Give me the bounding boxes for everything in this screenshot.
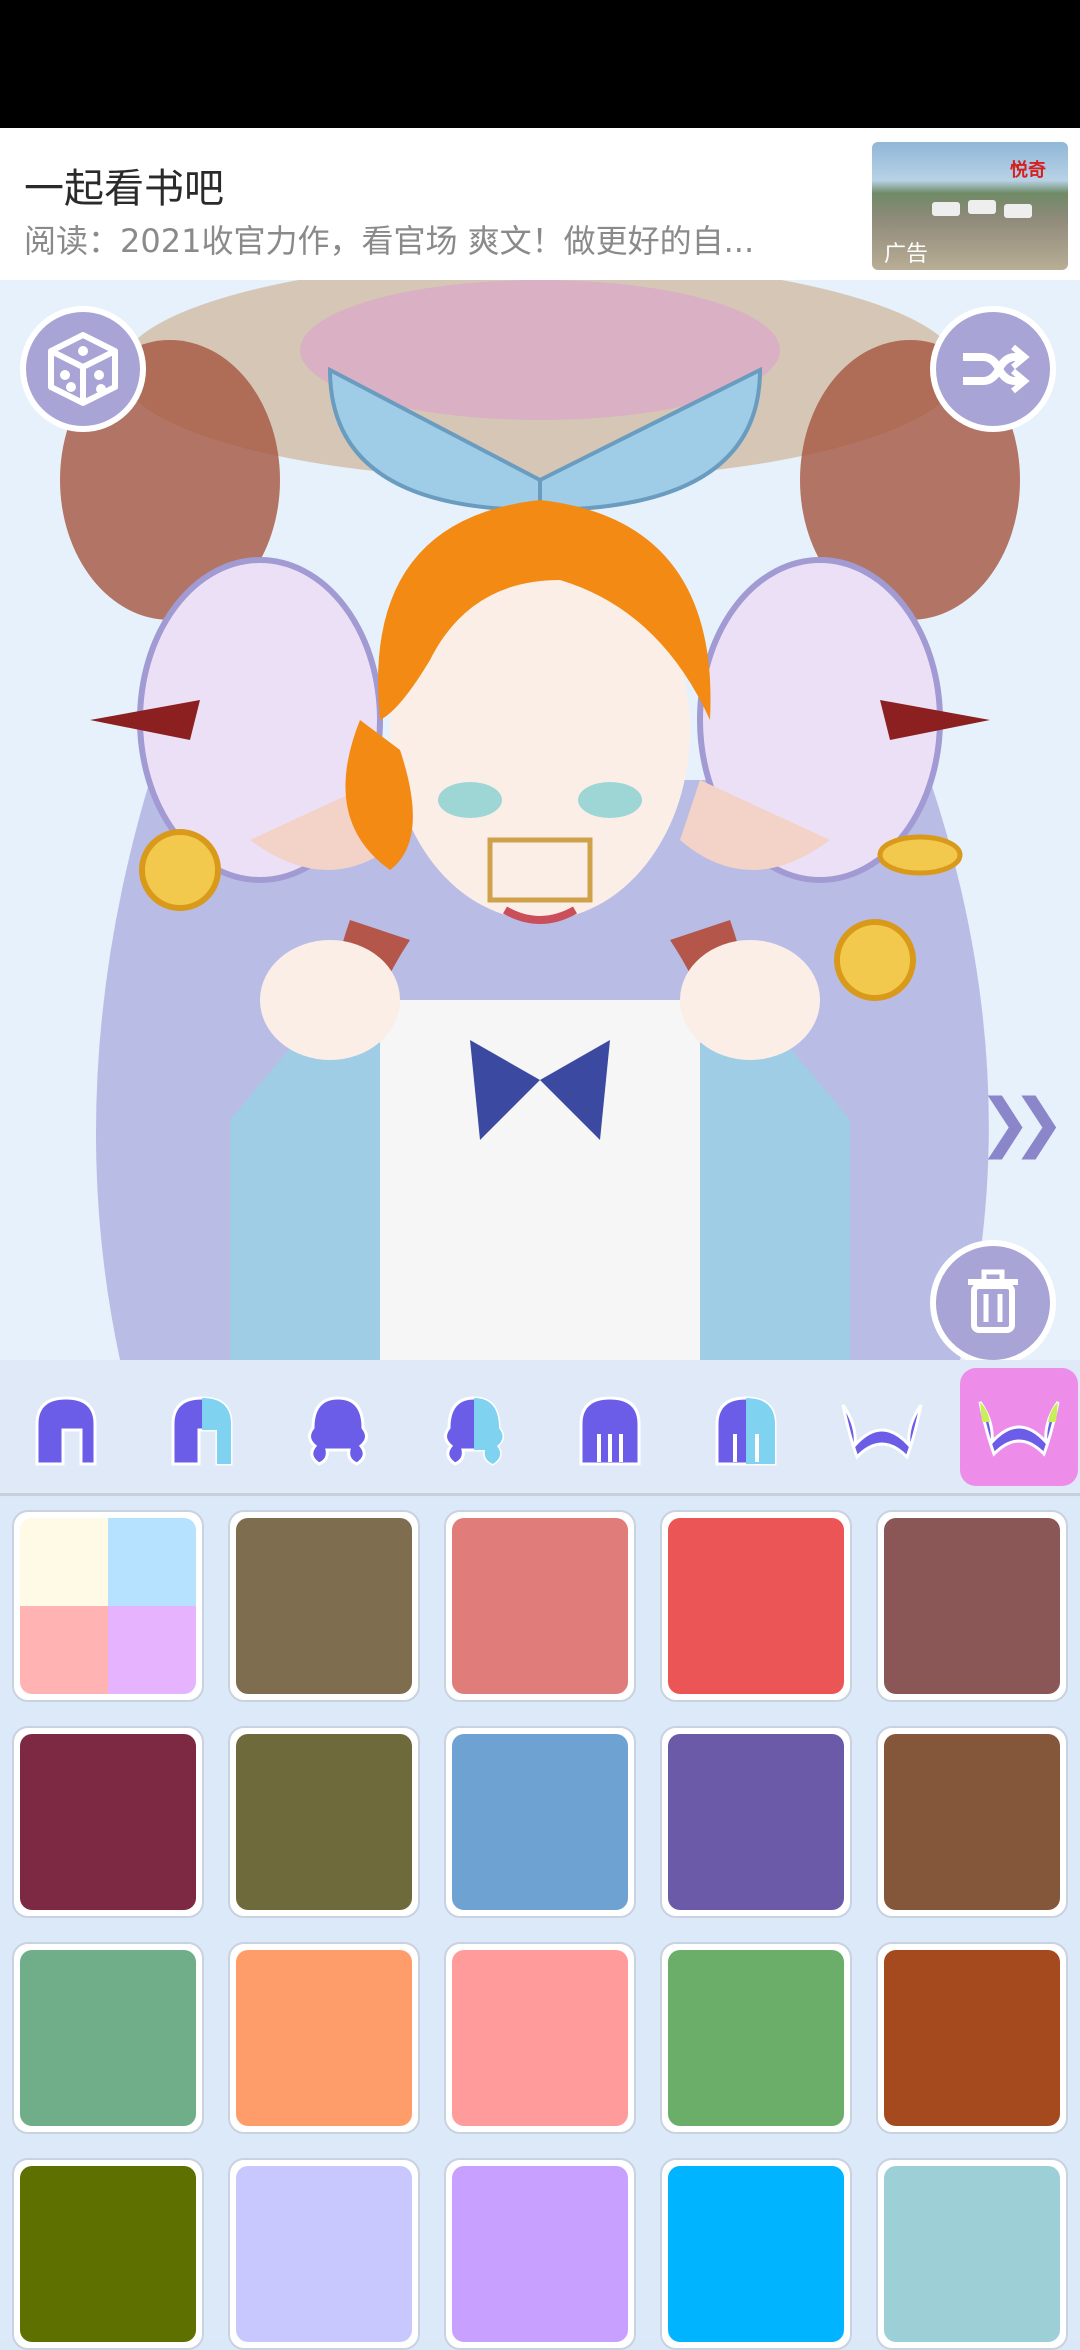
hair-back-icon [308, 1396, 368, 1466]
color-swatch[interactable] [660, 1510, 852, 1702]
swatch-quadrant [108, 1518, 196, 1606]
trash-icon [968, 1269, 1018, 1333]
tab-hair-long[interactable] [560, 1380, 660, 1480]
color-palette [0, 1498, 1080, 2350]
swatch-fill [668, 1734, 844, 1910]
ad-banner[interactable]: 一起看书吧 阅读：2021收官力作，看官场 爽文！做更好的自... 悦奇 广告 [0, 128, 1080, 280]
tab-hair-front-color[interactable] [152, 1380, 252, 1480]
horns-color-icon [978, 1401, 1060, 1457]
color-swatch[interactable] [876, 1942, 1068, 2134]
shuffle-button[interactable] [930, 306, 1056, 432]
swatch-fill [20, 1734, 196, 1910]
color-swatch[interactable] [876, 1510, 1068, 1702]
dice-icon [48, 332, 118, 406]
tab-hair-front[interactable] [16, 1380, 116, 1480]
color-swatch[interactable] [12, 1942, 204, 2134]
swatch-quadrant [20, 1518, 108, 1606]
shuffle-icon [963, 344, 1030, 394]
delete-button[interactable] [930, 1240, 1056, 1360]
color-swatch[interactable] [660, 1726, 852, 1918]
hair-back-color-icon [444, 1396, 504, 1466]
random-button[interactable] [20, 306, 146, 432]
swatch-fill [20, 1518, 196, 1694]
tab-hair-back[interactable] [288, 1380, 388, 1480]
ad-title: 一起看书吧 [24, 166, 224, 212]
swatch-fill [236, 1950, 412, 2126]
swatch-fill [20, 1950, 196, 2126]
color-swatch[interactable] [228, 1726, 420, 1918]
tab-horns[interactable] [832, 1380, 932, 1480]
swatch-fill [236, 2166, 412, 2342]
character-illustration [60, 280, 1020, 1360]
color-swatch[interactable] [228, 2158, 420, 2350]
category-tabs [0, 1360, 1080, 1496]
swatch-fill [668, 1950, 844, 2126]
swatch-quadrant [108, 1606, 196, 1694]
swatch-fill [884, 1950, 1060, 2126]
swatch-fill [20, 2166, 196, 2342]
horns-icon [841, 1404, 923, 1460]
ad-thumbnail[interactable]: 悦奇 广告 [872, 142, 1068, 270]
swatch-fill [884, 1734, 1060, 1910]
color-swatch-multi[interactable] [12, 1510, 204, 1702]
swatch-fill [884, 2166, 1060, 2342]
ad-badge: 广告 [884, 242, 929, 267]
avatar-canvas: ❯❯ [0, 280, 1080, 1360]
color-swatch[interactable] [444, 2158, 636, 2350]
color-swatch[interactable] [12, 1726, 204, 1918]
swatch-fill [668, 2166, 844, 2342]
color-swatch[interactable] [12, 2158, 204, 2350]
swatch-fill [452, 1734, 628, 1910]
color-swatch[interactable] [228, 1510, 420, 1702]
color-swatch[interactable] [660, 2158, 852, 2350]
color-swatch[interactable] [876, 2158, 1068, 2350]
swatch-fill [668, 1518, 844, 1694]
color-swatch[interactable] [228, 1942, 420, 2134]
color-swatch[interactable] [444, 1510, 636, 1702]
swatch-fill [452, 2166, 628, 2342]
swatch-fill [452, 1950, 628, 2126]
hair-long-icon [579, 1396, 641, 1466]
status-bar [0, 0, 1080, 128]
tab-horns-color[interactable] [960, 1368, 1078, 1486]
color-swatch[interactable] [444, 1942, 636, 2134]
hair-long-color-icon [715, 1396, 777, 1466]
swatch-fill [452, 1518, 628, 1694]
tab-hair-back-color[interactable] [424, 1380, 524, 1480]
swatch-fill [236, 1734, 412, 1910]
swatch-fill [236, 1518, 412, 1694]
color-swatch[interactable] [876, 1726, 1068, 1918]
hair-front-icon [35, 1396, 97, 1466]
hair-front-color-icon [171, 1396, 233, 1466]
swatch-quadrant [20, 1606, 108, 1694]
color-swatch[interactable] [444, 1726, 636, 1918]
swatch-fill [884, 1518, 1060, 1694]
ad-description: 阅读：2021收官力作，看官场 爽文！做更好的自... [24, 222, 755, 260]
tab-hair-long-color[interactable] [696, 1380, 796, 1480]
double-chevron-right-icon[interactable]: ❯❯ [978, 1086, 1065, 1160]
color-swatch[interactable] [660, 1942, 852, 2134]
